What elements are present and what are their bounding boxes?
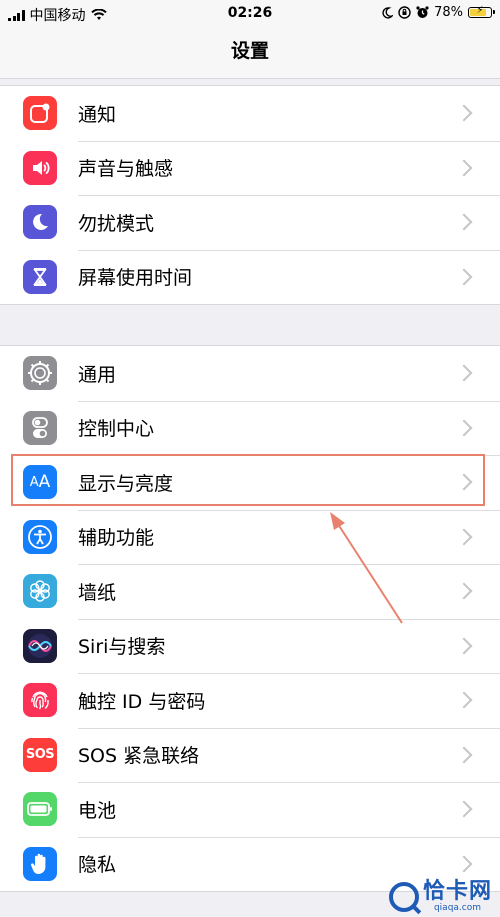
sos-icon: SOS <box>23 737 57 772</box>
settings-row-accessibility[interactable]: 辅助功能 <box>0 509 500 565</box>
hourglass-icon <box>23 259 57 294</box>
text-size-icon: AA <box>23 465 57 500</box>
flower-icon <box>23 574 57 609</box>
alarm-icon <box>416 6 429 18</box>
settings-row-siri-search[interactable]: Siri与搜索 <box>0 618 500 674</box>
chevron-right-icon <box>455 159 473 177</box>
settings-row-label: 屏幕使用时间 <box>78 267 193 290</box>
page-title: 设置 <box>230 40 269 62</box>
chevron-right-icon <box>455 746 473 764</box>
settings-row-label: 隐私 <box>78 854 117 877</box>
settings-row-sounds[interactable]: 声音与触感 <box>0 140 500 196</box>
settings-row-notifications[interactable]: 通知 <box>0 86 500 141</box>
settings-row-label: 控制中心 <box>78 418 155 441</box>
orientation-lock-icon <box>398 6 411 19</box>
watermark-sub: qiaqa.com <box>433 903 482 913</box>
chevron-right-icon <box>455 855 473 873</box>
gear-icon <box>23 356 57 391</box>
sound-icon <box>23 150 57 185</box>
hand-icon <box>23 846 57 881</box>
settings-row-label: 通用 <box>78 363 117 386</box>
settings-row-label: 辅助功能 <box>78 527 155 550</box>
settings-row-label: 显示与亮度 <box>78 472 174 495</box>
status-bar: 中国移动 02:26 78% ⚡ <box>0 0 500 28</box>
moon-icon <box>23 205 57 240</box>
chevron-right-icon <box>455 419 473 437</box>
chevron-right-icon <box>455 800 473 818</box>
chevron-right-icon <box>455 473 473 491</box>
settings-row-label: SOS 紧急联络 <box>78 745 200 768</box>
watermark-circle-icon <box>388 882 419 912</box>
settings-group-2: 通用 控制中心 AA 显示与亮度 辅助功能 墙纸 Siri与搜索 触控 ID 与… <box>0 345 500 892</box>
battery-percent: 78% <box>434 5 463 20</box>
battery-icon <box>23 792 57 827</box>
settings-row-screen-time[interactable]: 屏幕使用时间 <box>0 249 500 305</box>
nav-bar: 设置 <box>0 28 500 79</box>
settings-row-label: 墙纸 <box>78 581 117 604</box>
moon-status-icon <box>382 6 394 19</box>
accessibility-icon <box>23 519 57 554</box>
settings-row-label: 电池 <box>78 799 117 822</box>
settings-row-display-brightness[interactable]: AA 显示与亮度 <box>0 455 500 510</box>
settings-row-label: 声音与触感 <box>78 158 174 181</box>
settings-row-do-not-disturb[interactable]: 勿扰模式 <box>0 195 500 250</box>
chevron-right-icon <box>455 637 473 655</box>
chevron-right-icon <box>455 582 473 600</box>
watermark-text: 恰卡网 qiaqa.com <box>423 881 492 913</box>
toggles-icon <box>23 410 57 445</box>
status-right: 78% ⚡ <box>381 5 495 20</box>
watermark-logo: 恰卡网 qiaqa.com <box>388 881 492 913</box>
chevron-right-icon <box>455 691 473 709</box>
notifications-icon <box>23 96 57 131</box>
chevron-right-icon <box>455 528 473 546</box>
settings-row-general[interactable]: 通用 <box>0 346 500 401</box>
siri-icon <box>23 628 57 663</box>
settings-group-1: 通知 声音与触感 勿扰模式 屏幕使用时间 <box>0 85 500 305</box>
chevron-right-icon <box>455 213 473 231</box>
battery-status-icon: ⚡ <box>468 5 495 18</box>
settings-row-label: 触控 ID 与密码 <box>78 690 206 713</box>
chevron-right-icon <box>455 104 473 122</box>
settings-row-wallpaper[interactable]: 墙纸 <box>0 564 500 619</box>
settings-row-label: Siri与搜索 <box>78 636 166 659</box>
settings-row-emergency-sos[interactable]: SOS SOS 紧急联络 <box>0 727 500 783</box>
chevron-right-icon <box>455 364 473 382</box>
watermark-main: 恰卡网 <box>422 879 492 904</box>
settings-row-battery[interactable]: 电池 <box>0 782 500 837</box>
chevron-right-icon <box>455 268 473 286</box>
settings-row-control-center[interactable]: 控制中心 <box>0 400 500 456</box>
settings-row-label: 勿扰模式 <box>78 212 155 235</box>
settings-row-label: 通知 <box>78 103 117 126</box>
fingerprint-icon <box>23 683 57 718</box>
settings-row-touch-id[interactable]: 触控 ID 与密码 <box>0 673 500 728</box>
